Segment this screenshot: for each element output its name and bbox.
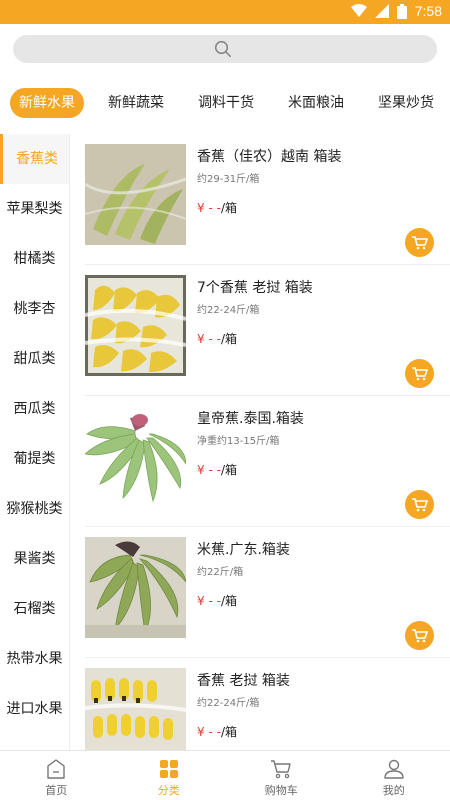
sidebar-item-banana[interactable]: 香蕉类: [0, 134, 69, 184]
sidebar-item-watermelon[interactable]: 西瓜类: [0, 384, 69, 434]
product-list: 香蕉（佳农）越南 箱装 约29-31斤/箱 ¥ - -/箱 7个香蕉 老挝 箱装…: [70, 134, 450, 750]
product-name: 7个香蕉 老挝 箱装: [197, 280, 313, 296]
home-icon: [47, 759, 65, 779]
status-bar: 7:58: [0, 0, 450, 24]
price-value: ¥ - -: [197, 725, 221, 739]
sidebar-item-peach-plum[interactable]: 桃李杏: [0, 284, 69, 334]
nav-profile[interactable]: 我的: [338, 751, 450, 800]
nav-cart-label: 购物车: [264, 784, 298, 797]
sidebar-item-pomegranate[interactable]: 石榴类: [0, 584, 69, 634]
product-image[interactable]: [85, 537, 186, 638]
category-tabs: 新鲜水果 新鲜蔬菜 调料干货 米面粮油 坚果炒货: [0, 76, 450, 134]
status-time: 7:58: [414, 3, 442, 19]
cart-icon: [411, 235, 428, 249]
tab-nuts[interactable]: 坚果炒货: [378, 88, 434, 118]
sidebar-item-tropical[interactable]: 热带水果: [0, 634, 69, 684]
nav-home-label: 首页: [45, 784, 68, 797]
price-value: ¥ - -: [197, 332, 221, 346]
user-icon: [384, 759, 404, 779]
product-price: ¥ - -/箱: [197, 199, 237, 216]
nav-profile-label: 我的: [382, 784, 405, 797]
product-image[interactable]: [85, 406, 186, 507]
product-price: ¥ - -/箱: [197, 592, 237, 609]
sidebar-item-kiwi[interactable]: 猕猴桃类: [0, 484, 69, 534]
product-item[interactable]: 香蕉 老挝 箱装 约22-24斤/箱 ¥ - -/箱: [85, 658, 450, 750]
product-name: 香蕉（佳农）越南 箱装: [197, 149, 342, 165]
add-to-cart-button[interactable]: [405, 359, 434, 388]
add-to-cart-button[interactable]: [405, 228, 434, 257]
cart-icon: [411, 628, 428, 642]
sidebar-item-apple-pear[interactable]: 苹果梨类: [0, 184, 69, 234]
nav-cart[interactable]: 购物车: [225, 751, 338, 800]
add-to-cart-button[interactable]: [405, 621, 434, 650]
nav-category[interactable]: 分类: [113, 751, 226, 800]
product-image[interactable]: [85, 275, 186, 376]
product-item[interactable]: 香蕉（佳农）越南 箱装 约29-31斤/箱 ¥ - -/箱: [85, 134, 450, 265]
product-image[interactable]: [85, 144, 186, 245]
sidebar-item-grape[interactable]: 葡提类: [0, 434, 69, 484]
price-unit: /箱: [220, 594, 237, 608]
price-unit: /箱: [220, 725, 237, 739]
tab-fresh-fruit[interactable]: 新鲜水果: [10, 88, 84, 118]
signal-icon: [374, 4, 389, 18]
search-area: [0, 24, 450, 76]
price-unit: /箱: [220, 332, 237, 346]
product-spec: 约22-24斤/箱: [197, 698, 260, 709]
product-price: ¥ - -/箱: [197, 461, 237, 478]
search-icon: [214, 40, 232, 58]
price-value: ¥ - -: [197, 594, 221, 608]
search-input[interactable]: [13, 35, 437, 63]
tab-grain-oil[interactable]: 米面粮油: [288, 88, 344, 118]
price-unit: /箱: [220, 463, 237, 477]
sidebar-item-citrus[interactable]: 柑橘类: [0, 234, 69, 284]
product-price: ¥ - -/箱: [197, 330, 237, 347]
status-icons: 7:58: [350, 3, 442, 19]
product-name: 皇帝蕉.泰国.箱装: [197, 411, 304, 427]
tab-seasonings[interactable]: 调料干货: [198, 88, 254, 118]
cart-icon: [271, 760, 291, 779]
product-spec: 净重约13-15斤/箱: [197, 436, 280, 447]
tab-fresh-vegetables[interactable]: 新鲜蔬菜: [108, 88, 164, 118]
sidebar-item-jam[interactable]: 果酱类: [0, 534, 69, 584]
cart-icon: [411, 366, 428, 380]
product-item[interactable]: 米蕉.广东.箱装 约22斤/箱 ¥ - -/箱: [85, 527, 450, 658]
wifi-icon: [350, 4, 367, 17]
product-price: ¥ - -/箱: [197, 723, 237, 740]
product-spec: 约22-24斤/箱: [197, 305, 260, 316]
product-name: 香蕉 老挝 箱装: [197, 673, 290, 689]
product-name: 米蕉.广东.箱装: [197, 542, 290, 558]
product-spec: 约22斤/箱: [197, 567, 244, 578]
product-image[interactable]: [85, 668, 186, 750]
add-to-cart-button[interactable]: [405, 490, 434, 519]
category-icon: [159, 760, 178, 778]
product-spec: 约29-31斤/箱: [197, 174, 260, 185]
cart-icon: [411, 497, 428, 511]
battery-icon: [396, 3, 407, 19]
product-item[interactable]: 皇帝蕉.泰国.箱装 净重约13-15斤/箱 ¥ - -/箱: [85, 396, 450, 527]
sidebar-item-imported[interactable]: 进口水果: [0, 684, 69, 734]
nav-home[interactable]: 首页: [0, 751, 113, 800]
sidebar-item-melon[interactable]: 甜瓜类: [0, 334, 69, 384]
price-unit: /箱: [220, 201, 237, 215]
product-item[interactable]: 7个香蕉 老挝 箱装 约22-24斤/箱 ¥ - -/箱: [85, 265, 450, 396]
price-value: ¥ - -: [197, 201, 221, 215]
price-value: ¥ - -: [197, 463, 221, 477]
nav-category-label: 分类: [157, 784, 180, 797]
sidebar: 香蕉类 苹果梨类 柑橘类 桃李杏 甜瓜类 西瓜类 葡提类 猕猴桃类 果酱类 石榴…: [0, 134, 70, 750]
bottom-nav: 首页 分类 购物车 我的: [0, 750, 450, 800]
